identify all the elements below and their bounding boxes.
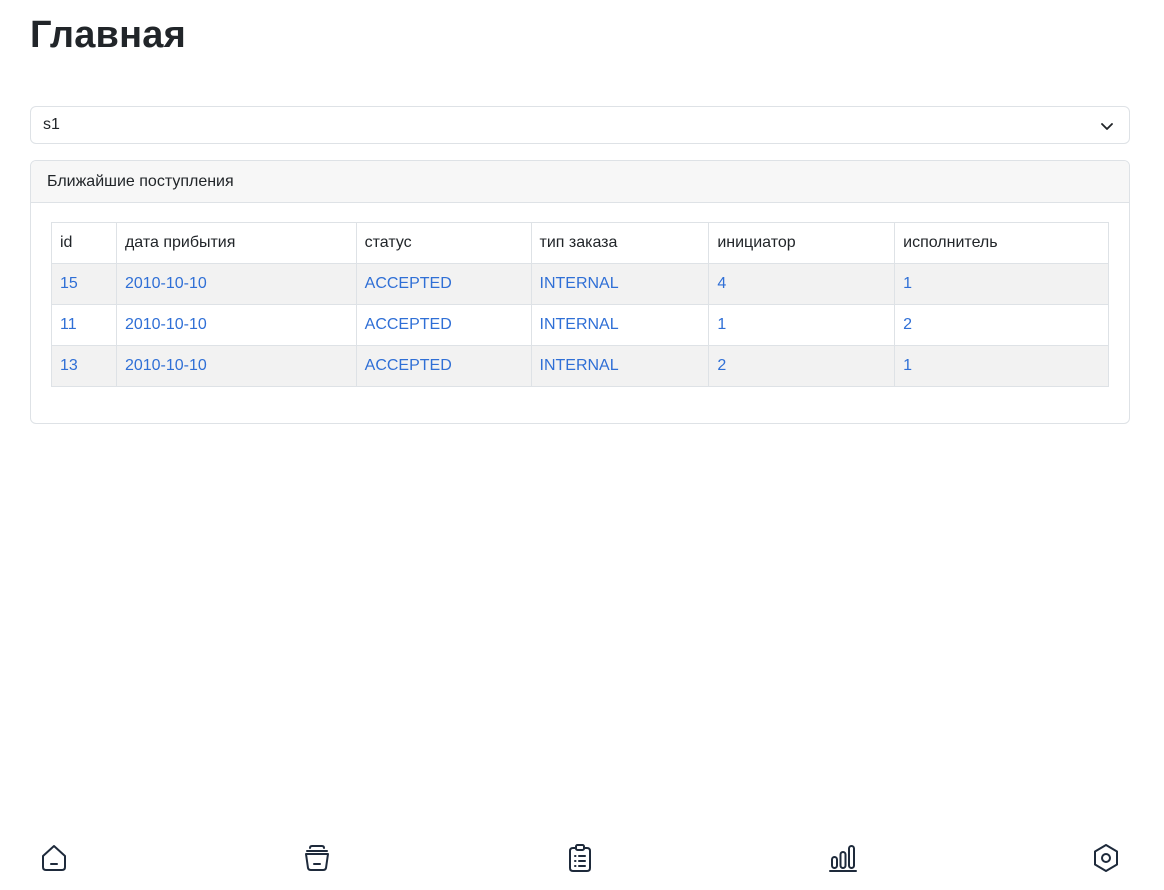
cell-link-id[interactable]: 15 bbox=[60, 275, 78, 292]
column-header-executor: исполнитель bbox=[894, 222, 1109, 264]
cell-link-executor[interactable]: 1 bbox=[903, 275, 912, 292]
storage-select-value: s1 bbox=[43, 116, 60, 133]
page-title: Главная bbox=[30, 14, 186, 56]
cell-link-status[interactable]: ACCEPTED bbox=[365, 357, 452, 374]
cell-link-id[interactable]: 11 bbox=[60, 316, 77, 333]
bar-chart-icon bbox=[829, 845, 857, 872]
column-header-status: статус bbox=[355, 222, 532, 264]
cell-link-id[interactable]: 13 bbox=[60, 357, 78, 374]
card-header: Ближайшие поступления bbox=[31, 161, 1129, 203]
nav-settings-button[interactable] bbox=[1088, 838, 1124, 878]
table-row: 13 2010-10-10 ACCEPTED INTERNAL 2 1 bbox=[51, 345, 1109, 387]
arrivals-table: id дата прибытия статус тип заказа иници… bbox=[51, 222, 1109, 387]
table-row: 15 2010-10-10 ACCEPTED INTERNAL 4 1 bbox=[51, 263, 1109, 305]
column-header-arrival-date: дата прибытия bbox=[115, 222, 357, 264]
cell-link-arrival-date[interactable]: 2010-10-10 bbox=[125, 357, 207, 374]
cell-link-initiator[interactable]: 4 bbox=[717, 275, 726, 292]
cell-link-order-type[interactable]: INTERNAL bbox=[540, 357, 619, 374]
cell-link-status[interactable]: ACCEPTED bbox=[365, 316, 452, 333]
column-header-initiator: инициатор bbox=[708, 222, 896, 264]
cell-link-executor[interactable]: 2 bbox=[903, 316, 912, 333]
cell-link-status[interactable]: ACCEPTED bbox=[365, 275, 452, 292]
table-row: 11 2010-10-10 ACCEPTED INTERNAL 1 2 bbox=[51, 304, 1109, 346]
home-icon bbox=[42, 845, 66, 871]
bottom-nav bbox=[0, 838, 1164, 878]
storage-select[interactable]: s1 bbox=[30, 106, 1130, 144]
table-header-row: id дата прибытия статус тип заказа иници… bbox=[51, 222, 1109, 264]
cell-link-order-type[interactable]: INTERNAL bbox=[540, 316, 619, 333]
cell-link-executor[interactable]: 1 bbox=[903, 357, 912, 374]
clipboard-list-icon bbox=[569, 844, 591, 872]
column-header-order-type: тип заказа bbox=[530, 222, 710, 264]
upcoming-arrivals-card: Ближайшие поступления id дата прибытия с… bbox=[30, 160, 1130, 424]
cell-link-arrival-date[interactable]: 2010-10-10 bbox=[125, 275, 207, 292]
basket-icon bbox=[305, 845, 329, 871]
column-header-id: id bbox=[51, 222, 117, 264]
cell-link-initiator[interactable]: 1 bbox=[717, 316, 726, 333]
settings-icon bbox=[1094, 844, 1118, 872]
cell-link-initiator[interactable]: 2 bbox=[717, 357, 726, 374]
cell-link-arrival-date[interactable]: 2010-10-10 bbox=[125, 316, 207, 333]
chevron-down-icon bbox=[1101, 123, 1113, 130]
nav-basket-button[interactable] bbox=[299, 838, 335, 878]
cell-link-order-type[interactable]: INTERNAL bbox=[540, 275, 619, 292]
nav-statistics-button[interactable] bbox=[825, 838, 861, 878]
nav-orders-button[interactable] bbox=[562, 838, 598, 878]
nav-home-button[interactable] bbox=[36, 838, 72, 878]
